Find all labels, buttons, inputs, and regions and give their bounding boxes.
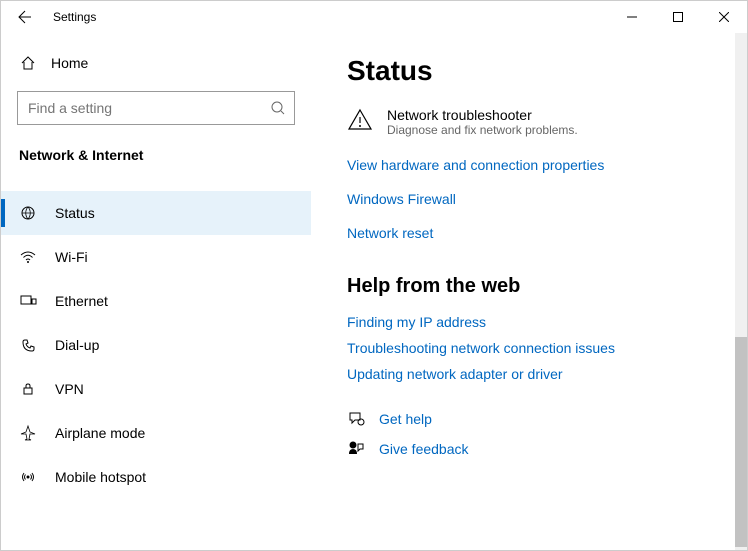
warning-icon — [347, 107, 373, 133]
help-link-driver[interactable]: Updating network adapter or driver — [347, 366, 723, 382]
sidebar-item-status[interactable]: Status — [1, 191, 311, 235]
help-heading: Help from the web — [347, 275, 723, 298]
sidebar-item-label: Wi-Fi — [55, 249, 88, 265]
page-heading: Status — [347, 55, 723, 87]
window-title: Settings — [49, 10, 96, 24]
link-windows-firewall[interactable]: Windows Firewall — [347, 191, 723, 207]
get-help-row[interactable]: Get help — [347, 410, 723, 428]
troubleshooter-subtitle: Diagnose and fix network problems. — [387, 123, 578, 137]
titlebar: Settings — [1, 1, 747, 33]
dialup-icon — [19, 336, 37, 354]
home-label: Home — [51, 55, 88, 71]
home-icon — [19, 55, 37, 71]
vpn-icon — [19, 380, 37, 398]
close-button[interactable] — [701, 1, 747, 33]
get-help-label: Get help — [379, 411, 432, 427]
sidebar-item-vpn[interactable]: VPN — [1, 367, 311, 411]
scrollbar-track[interactable] — [735, 33, 747, 550]
status-icon — [19, 204, 37, 222]
scrollbar-thumb[interactable] — [735, 337, 747, 547]
troubleshooter-title: Network troubleshooter — [387, 107, 578, 123]
category-heading: Network & Internet — [1, 141, 311, 175]
home-button[interactable]: Home — [1, 45, 311, 81]
sidebar-item-ethernet[interactable]: Ethernet — [1, 279, 311, 323]
maximize-button[interactable] — [655, 1, 701, 33]
sidebar-item-label: VPN — [55, 381, 84, 397]
sidebar: Home Network & Internet Status Wi-Fi — [1, 33, 311, 550]
sidebar-item-label: Mobile hotspot — [55, 469, 146, 485]
main-content: Status Network troubleshooter Diagnose a… — [311, 33, 747, 550]
ethernet-icon — [19, 292, 37, 310]
troubleshooter-row[interactable]: Network troubleshooter Diagnose and fix … — [347, 107, 723, 137]
sidebar-item-airplane[interactable]: Airplane mode — [1, 411, 311, 455]
back-button[interactable] — [1, 1, 49, 33]
sidebar-item-label: Status — [55, 205, 95, 221]
link-network-reset[interactable]: Network reset — [347, 225, 723, 241]
feedback-icon — [347, 440, 365, 458]
help-link-ip[interactable]: Finding my IP address — [347, 314, 723, 330]
help-icon — [347, 410, 365, 428]
search-box[interactable] — [17, 91, 295, 125]
minimize-button[interactable] — [609, 1, 655, 33]
help-link-troubleshoot[interactable]: Troubleshooting network connection issue… — [347, 340, 723, 356]
hotspot-icon — [19, 468, 37, 486]
search-icon — [270, 100, 286, 116]
give-feedback-row[interactable]: Give feedback — [347, 440, 723, 458]
sidebar-item-wifi[interactable]: Wi-Fi — [1, 235, 311, 279]
search-input[interactable] — [28, 100, 270, 116]
sidebar-item-dialup[interactable]: Dial-up — [1, 323, 311, 367]
airplane-icon — [19, 424, 37, 442]
sidebar-item-label: Airplane mode — [55, 425, 145, 441]
sidebar-item-label: Ethernet — [55, 293, 108, 309]
sidebar-item-hotspot[interactable]: Mobile hotspot — [1, 455, 311, 499]
link-hardware-properties[interactable]: View hardware and connection properties — [347, 157, 723, 173]
window-controls — [609, 1, 747, 33]
wifi-icon — [19, 248, 37, 266]
sidebar-item-label: Dial-up — [55, 337, 99, 353]
give-feedback-label: Give feedback — [379, 441, 469, 457]
